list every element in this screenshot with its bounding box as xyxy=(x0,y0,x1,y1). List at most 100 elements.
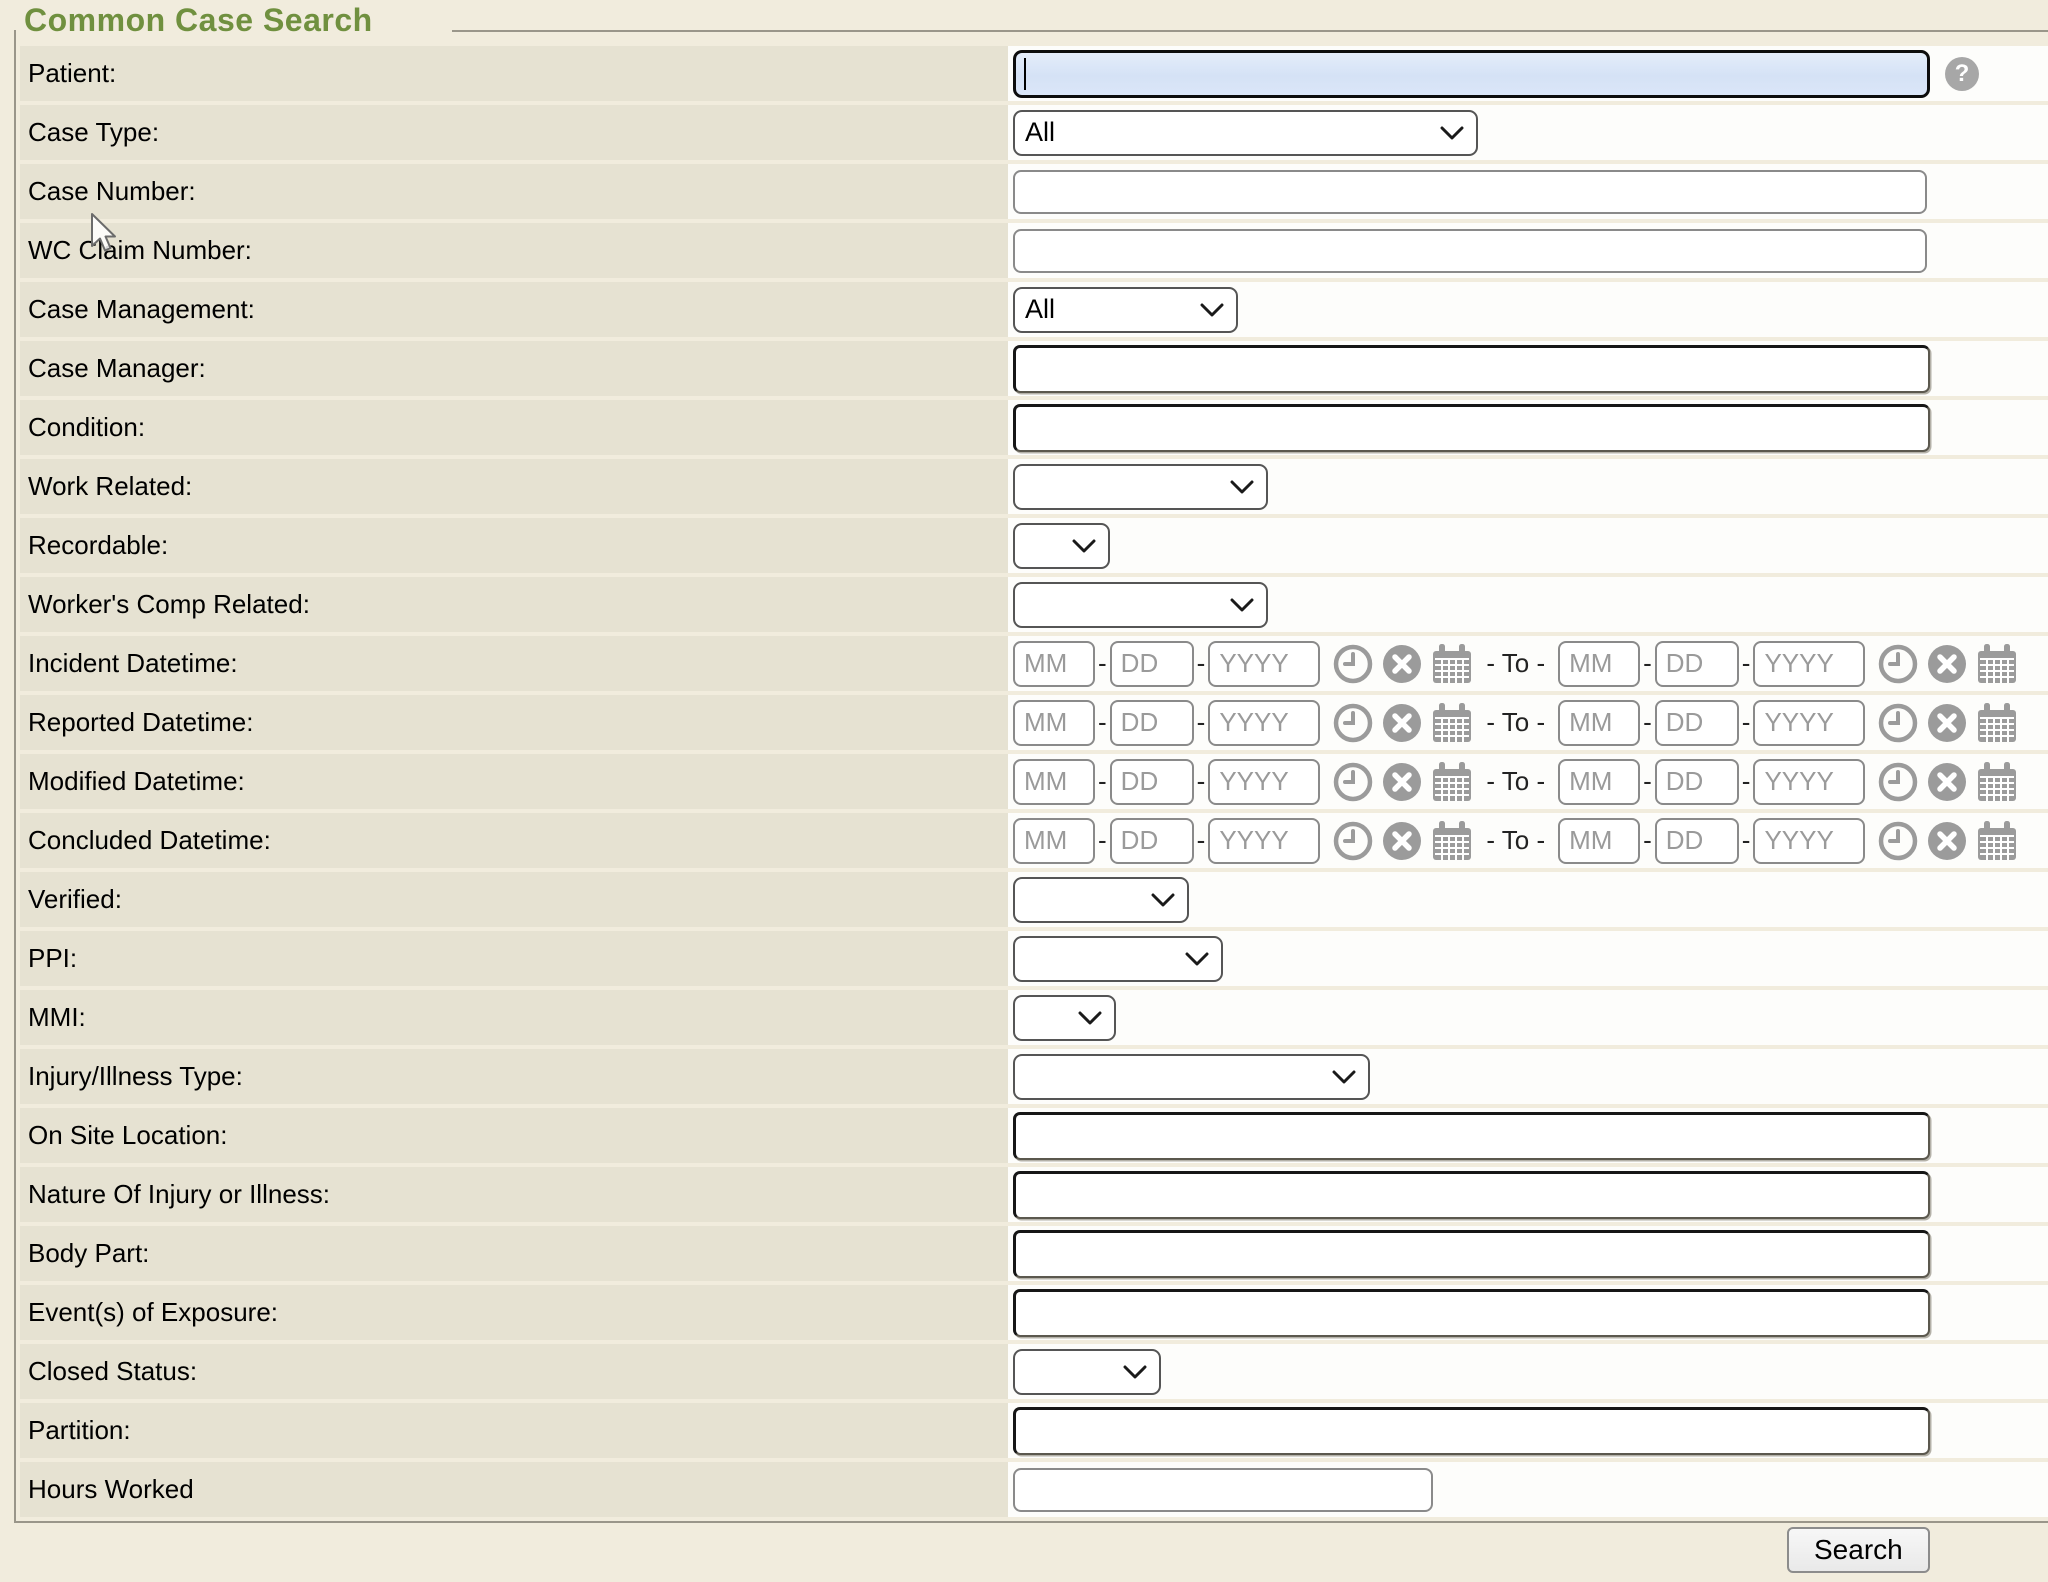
date-separator: - xyxy=(1197,825,1206,856)
year-input[interactable] xyxy=(1753,700,1865,746)
year-input[interactable] xyxy=(1208,700,1320,746)
day-input[interactable] xyxy=(1110,641,1194,687)
chevron-down-icon xyxy=(1230,598,1254,612)
date-separator: - xyxy=(1197,707,1206,738)
date-separator: - xyxy=(1197,648,1206,679)
clock-icon[interactable] xyxy=(1878,703,1918,743)
row-on-site-location: On Site Location: xyxy=(20,1108,2048,1163)
calendar-icon[interactable] xyxy=(1431,643,1473,685)
calendar-icon[interactable] xyxy=(1976,820,2018,862)
clear-icon[interactable] xyxy=(1927,762,1967,802)
recordable-select[interactable] xyxy=(1013,523,1110,569)
clock-icon[interactable] xyxy=(1878,821,1918,861)
day-input[interactable] xyxy=(1655,818,1739,864)
chevron-down-icon xyxy=(1332,1070,1356,1084)
nature-of-injury-input[interactable] xyxy=(1013,1171,1930,1219)
year-input[interactable] xyxy=(1753,759,1865,805)
clock-icon[interactable] xyxy=(1333,762,1373,802)
events-of-exposure-input[interactable] xyxy=(1013,1289,1930,1337)
clock-icon[interactable] xyxy=(1333,821,1373,861)
clear-icon[interactable] xyxy=(1927,644,1967,684)
case-manager-input[interactable] xyxy=(1013,345,1930,393)
year-input[interactable] xyxy=(1208,641,1320,687)
closed-status-select[interactable] xyxy=(1013,1349,1161,1395)
chevron-down-icon xyxy=(1072,539,1096,553)
recordable-label: Recordable: xyxy=(20,518,1008,573)
row-workers-comp-related: Worker's Comp Related: xyxy=(20,577,2048,632)
verified-label: Verified: xyxy=(20,872,1008,927)
wc-claim-number-input[interactable] xyxy=(1013,229,1927,273)
case-number-label: Case Number: xyxy=(20,164,1008,219)
clear-icon[interactable] xyxy=(1382,703,1422,743)
work-related-select[interactable] xyxy=(1013,464,1268,510)
day-input[interactable] xyxy=(1110,818,1194,864)
workers-comp-related-select[interactable] xyxy=(1013,582,1268,628)
on-site-location-input[interactable] xyxy=(1013,1112,1930,1160)
row-case-type: Case Type: All xyxy=(20,105,2048,160)
on-site-location-label: On Site Location: xyxy=(20,1108,1008,1163)
chevron-down-icon xyxy=(1440,126,1464,140)
year-input[interactable] xyxy=(1753,818,1865,864)
clear-icon[interactable] xyxy=(1382,762,1422,802)
chevron-down-icon xyxy=(1123,1365,1147,1379)
month-input[interactable] xyxy=(1558,818,1640,864)
day-input[interactable] xyxy=(1655,700,1739,746)
month-input[interactable] xyxy=(1558,700,1640,746)
clock-icon[interactable] xyxy=(1333,644,1373,684)
mmi-select[interactable] xyxy=(1013,995,1116,1041)
row-incident-datetime: Incident Datetime: - - - To - - - xyxy=(20,636,2048,691)
calendar-icon[interactable] xyxy=(1976,702,2018,744)
concluded-datetime-label: Concluded Datetime: xyxy=(20,813,1008,868)
case-management-select[interactable]: All xyxy=(1013,287,1238,333)
clock-icon[interactable] xyxy=(1878,762,1918,802)
date-separator: - xyxy=(1098,648,1107,679)
year-input[interactable] xyxy=(1208,818,1320,864)
modified-datetime-label: Modified Datetime: xyxy=(20,754,1008,809)
year-input[interactable] xyxy=(1208,759,1320,805)
calendar-icon[interactable] xyxy=(1976,643,2018,685)
date-separator: - xyxy=(1742,707,1751,738)
help-icon[interactable]: ? xyxy=(1945,57,1979,91)
clear-icon[interactable] xyxy=(1382,821,1422,861)
date-separator: - xyxy=(1098,707,1107,738)
month-input[interactable] xyxy=(1013,818,1095,864)
body-part-label: Body Part: xyxy=(20,1226,1008,1281)
row-body-part: Body Part: xyxy=(20,1226,2048,1281)
hours-worked-input[interactable] xyxy=(1013,1468,1433,1512)
month-input[interactable] xyxy=(1013,641,1095,687)
year-input[interactable] xyxy=(1753,641,1865,687)
row-events-of-exposure: Event(s) of Exposure: xyxy=(20,1285,2048,1340)
month-input[interactable] xyxy=(1558,641,1640,687)
clear-icon[interactable] xyxy=(1927,703,1967,743)
calendar-icon[interactable] xyxy=(1431,761,1473,803)
case-type-label: Case Type: xyxy=(20,105,1008,160)
day-input[interactable] xyxy=(1655,641,1739,687)
clear-icon[interactable] xyxy=(1382,644,1422,684)
condition-input[interactable] xyxy=(1013,404,1930,452)
calendar-icon[interactable] xyxy=(1431,820,1473,862)
day-input[interactable] xyxy=(1655,759,1739,805)
calendar-icon[interactable] xyxy=(1976,761,2018,803)
month-input[interactable] xyxy=(1013,700,1095,746)
day-input[interactable] xyxy=(1110,700,1194,746)
range-separator: - To - xyxy=(1486,707,1545,738)
case-manager-label: Case Manager: xyxy=(20,341,1008,396)
month-input[interactable] xyxy=(1013,759,1095,805)
calendar-icon[interactable] xyxy=(1431,702,1473,744)
clock-icon[interactable] xyxy=(1333,703,1373,743)
case-management-value: All xyxy=(1025,294,1055,325)
case-number-input[interactable] xyxy=(1013,170,1927,214)
clock-icon[interactable] xyxy=(1878,644,1918,684)
ppi-select[interactable] xyxy=(1013,936,1223,982)
clear-icon[interactable] xyxy=(1927,821,1967,861)
row-injury-illness-type: Injury/Illness Type: xyxy=(20,1049,2048,1104)
verified-select[interactable] xyxy=(1013,877,1189,923)
injury-illness-type-select[interactable] xyxy=(1013,1054,1370,1100)
partition-input[interactable] xyxy=(1013,1407,1930,1455)
body-part-input[interactable] xyxy=(1013,1230,1930,1278)
patient-input[interactable] xyxy=(1013,50,1930,98)
case-type-select[interactable]: All xyxy=(1013,110,1478,156)
search-button[interactable]: Search xyxy=(1787,1527,1930,1573)
day-input[interactable] xyxy=(1110,759,1194,805)
month-input[interactable] xyxy=(1558,759,1640,805)
